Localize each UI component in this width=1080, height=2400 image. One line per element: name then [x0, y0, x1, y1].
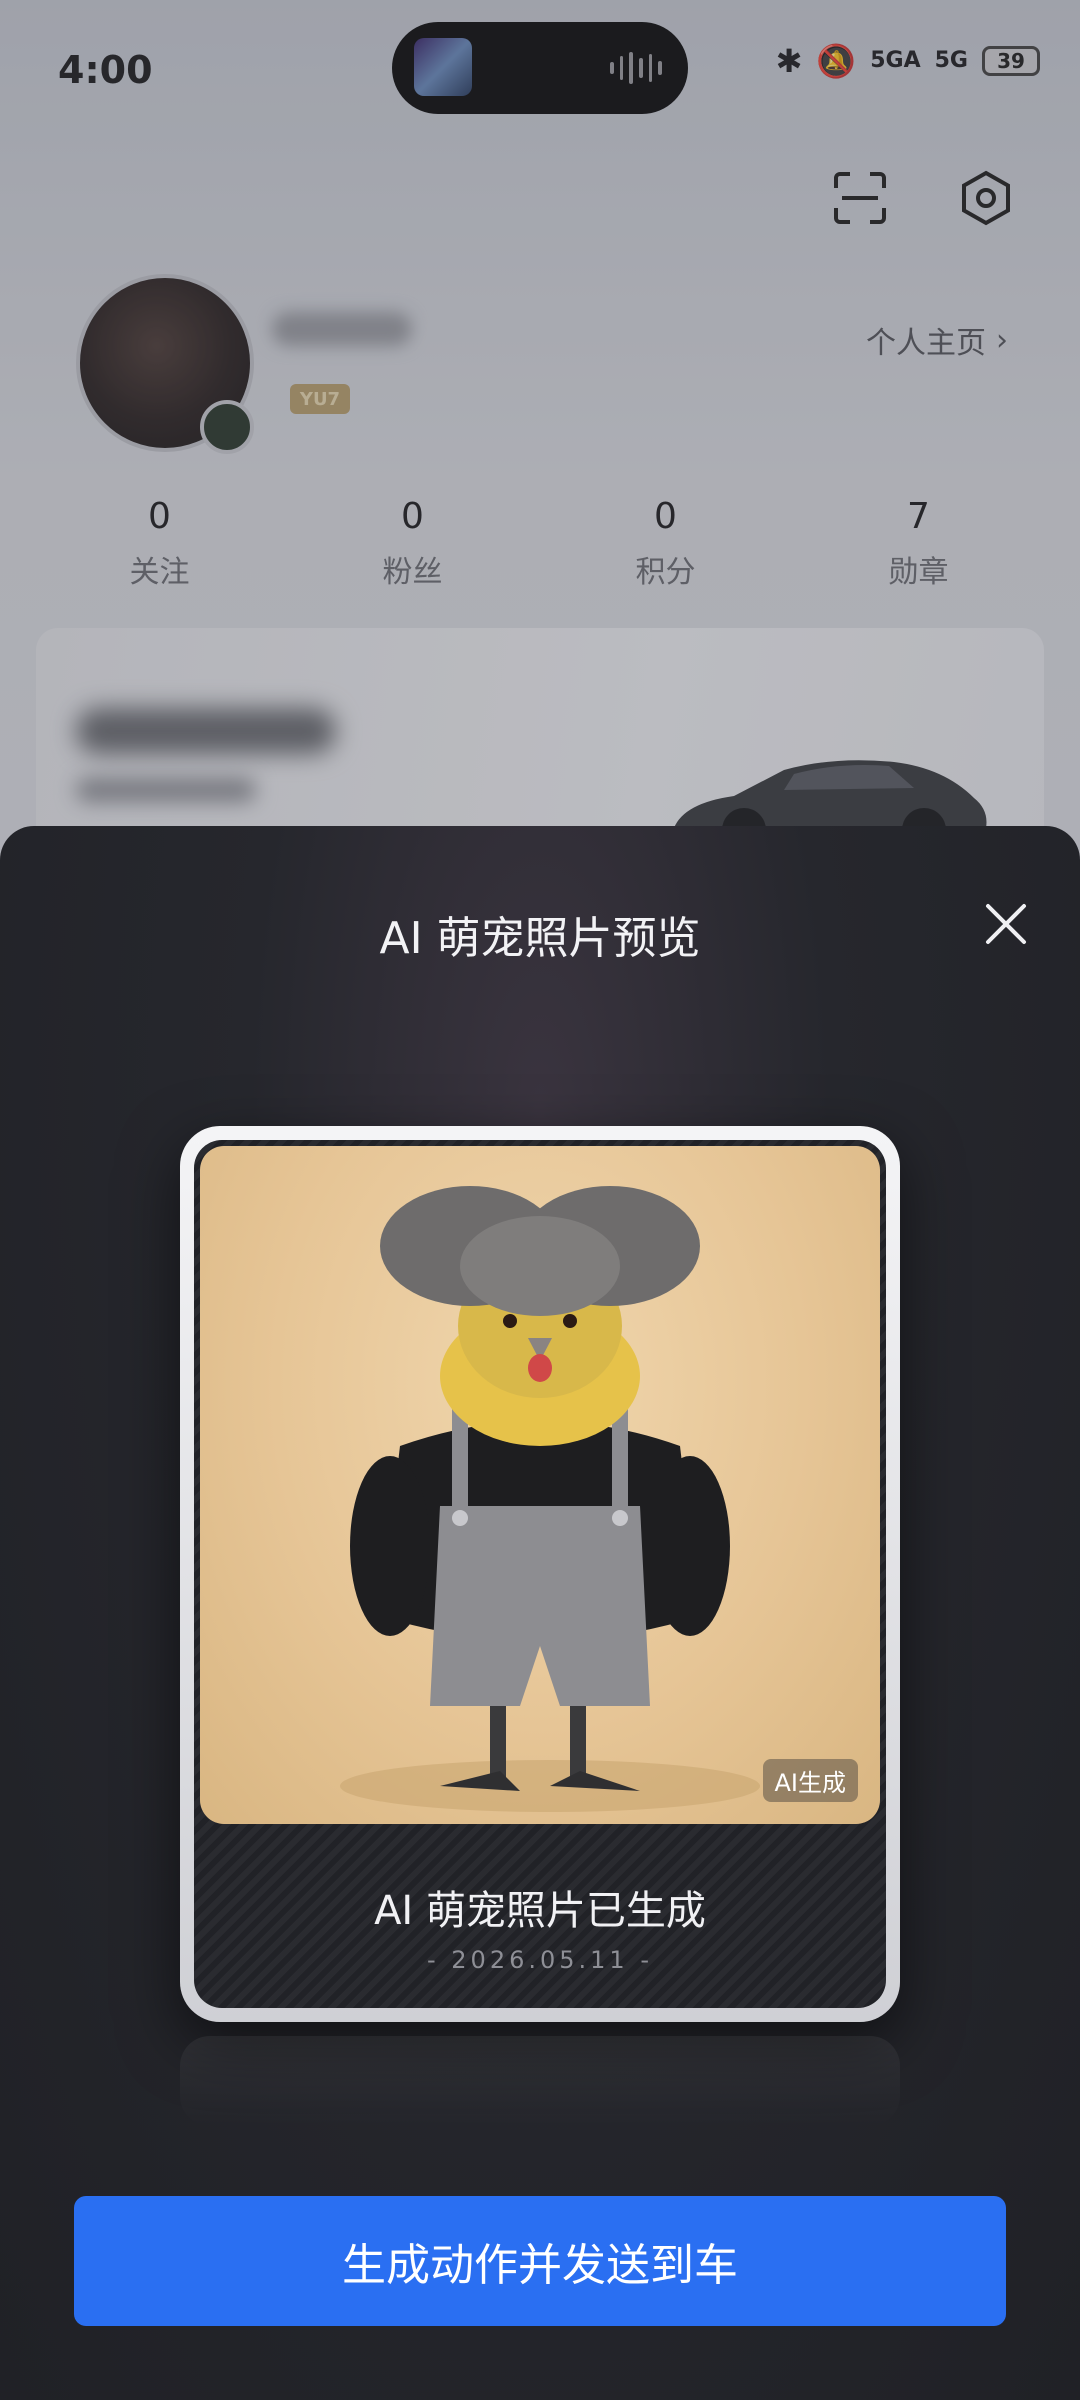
generate-and-send-button[interactable]: 生成动作并发送到车	[74, 2196, 1006, 2326]
generated-title: AI 萌宠照片已生成	[374, 1888, 706, 1934]
generated-date: - 2026.05.11 -	[427, 1946, 653, 1974]
chicken-illustration	[340, 1186, 760, 1812]
pet-preview-sheet: AI 萌宠照片预览 AI生成 AI 萌宠照片已生成 - 2026.05.11 -…	[0, 826, 1080, 2400]
ai-generated-tag: AI生成	[762, 1759, 858, 1802]
card-reflection	[180, 2036, 900, 2126]
ai-pet-photo: AI生成	[200, 1146, 880, 1824]
sheet-title: AI 萌宠照片预览	[379, 913, 701, 964]
preview-card: AI生成 AI 萌宠照片已生成 - 2026.05.11 -	[180, 1126, 900, 2022]
close-icon[interactable]	[976, 894, 1036, 954]
